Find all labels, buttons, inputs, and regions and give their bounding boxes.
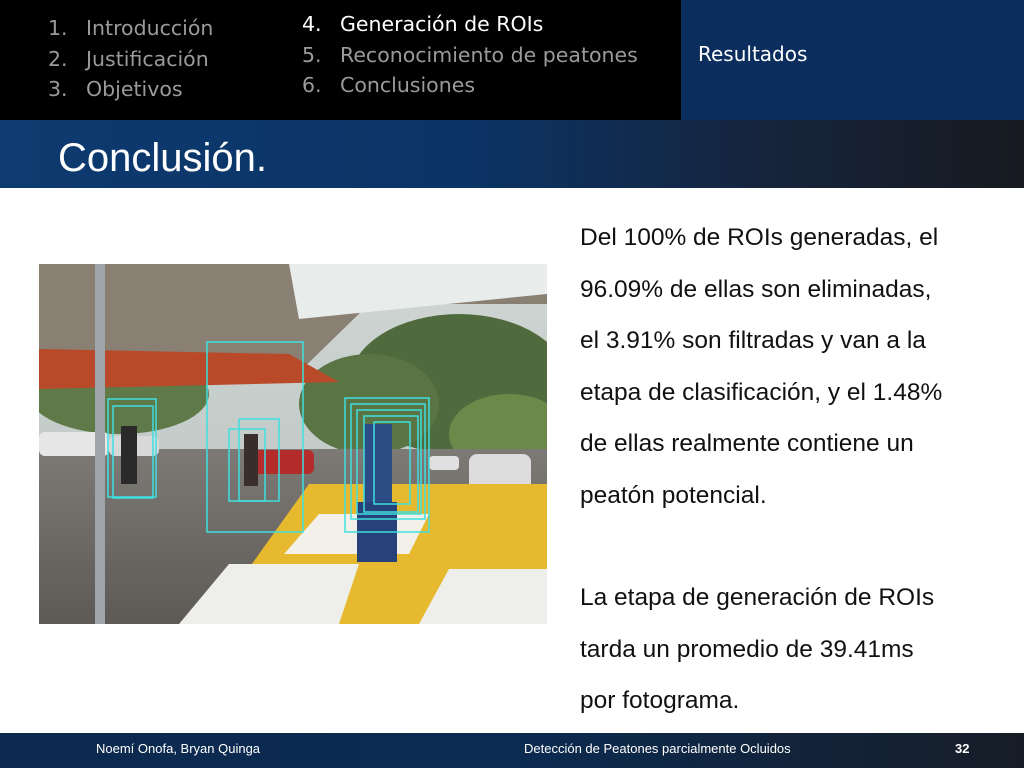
conclusion-text: Del 100% de ROIs generadas, el 96.09% de… [580,212,1010,727]
footer-presentation-title: Detección de Peatones parcialmente Oclui… [524,741,791,756]
slide-title: Conclusión. [58,136,268,180]
text-line: de ellas realmente contiene un [580,430,914,457]
page-number: 32 [955,741,970,756]
text-line: el 3.91% son filtradas y van a la [580,327,926,354]
nav-item-introduccion[interactable]: 1. Introducción [48,13,213,44]
section-navigation: 1. Introducción 2. Justificación 3. Objetiv… [0,0,1024,120]
nav-results-label: Resultados [698,42,808,66]
text-line: 96.09% de ellas son eliminadas, [580,275,932,303]
nav-item-reconocimiento[interactable]: 5. Reconocimiento de peatones [302,40,638,71]
text-line: tarda un promedio de 39.41ms [580,635,914,663]
nav-results-section[interactable]: Resultados [681,0,1024,120]
nav-item-objetivos[interactable]: 3. Objetivos [48,74,213,105]
nav-item-generacion-rois[interactable]: 4. Generación de ROIs [302,9,638,40]
conclusion-paragraph-1: Del 100% de ROIs generadas, el 96.09% de… [580,212,1010,521]
detection-scene [39,264,547,624]
pedestrian-detection-photo [39,264,547,624]
footer-authors: Noemí Onofa, Bryan Quinga [96,741,261,756]
slide-footer: Noemí Onofa, Bryan Quinga Detección de P… [0,733,1024,768]
nav-column-2: 4. Generación de ROIs 5. Reconocimiento de… [302,9,638,101]
text-line: peatón potencial. [580,481,767,509]
text-line: La etapa de generación de ROIs [580,584,935,611]
nav-item-justificacion[interactable]: 2. Justificación [48,44,213,75]
nav-column-1: 1. Introducción 2. Justificación 3. Objetiv… [48,13,213,105]
text-line: etapa de clasificación, y el 1.48% [580,378,943,406]
text-line: Del 100% de ROIs generadas, el [580,224,939,251]
text-line: por fotograma. [580,687,740,714]
title-band: Conclusión. [0,120,1024,188]
conclusion-paragraph-2: La etapa de generación de ROIs tarda un … [580,572,1010,727]
nav-item-conclusiones[interactable]: 6. Conclusiones [302,70,638,101]
